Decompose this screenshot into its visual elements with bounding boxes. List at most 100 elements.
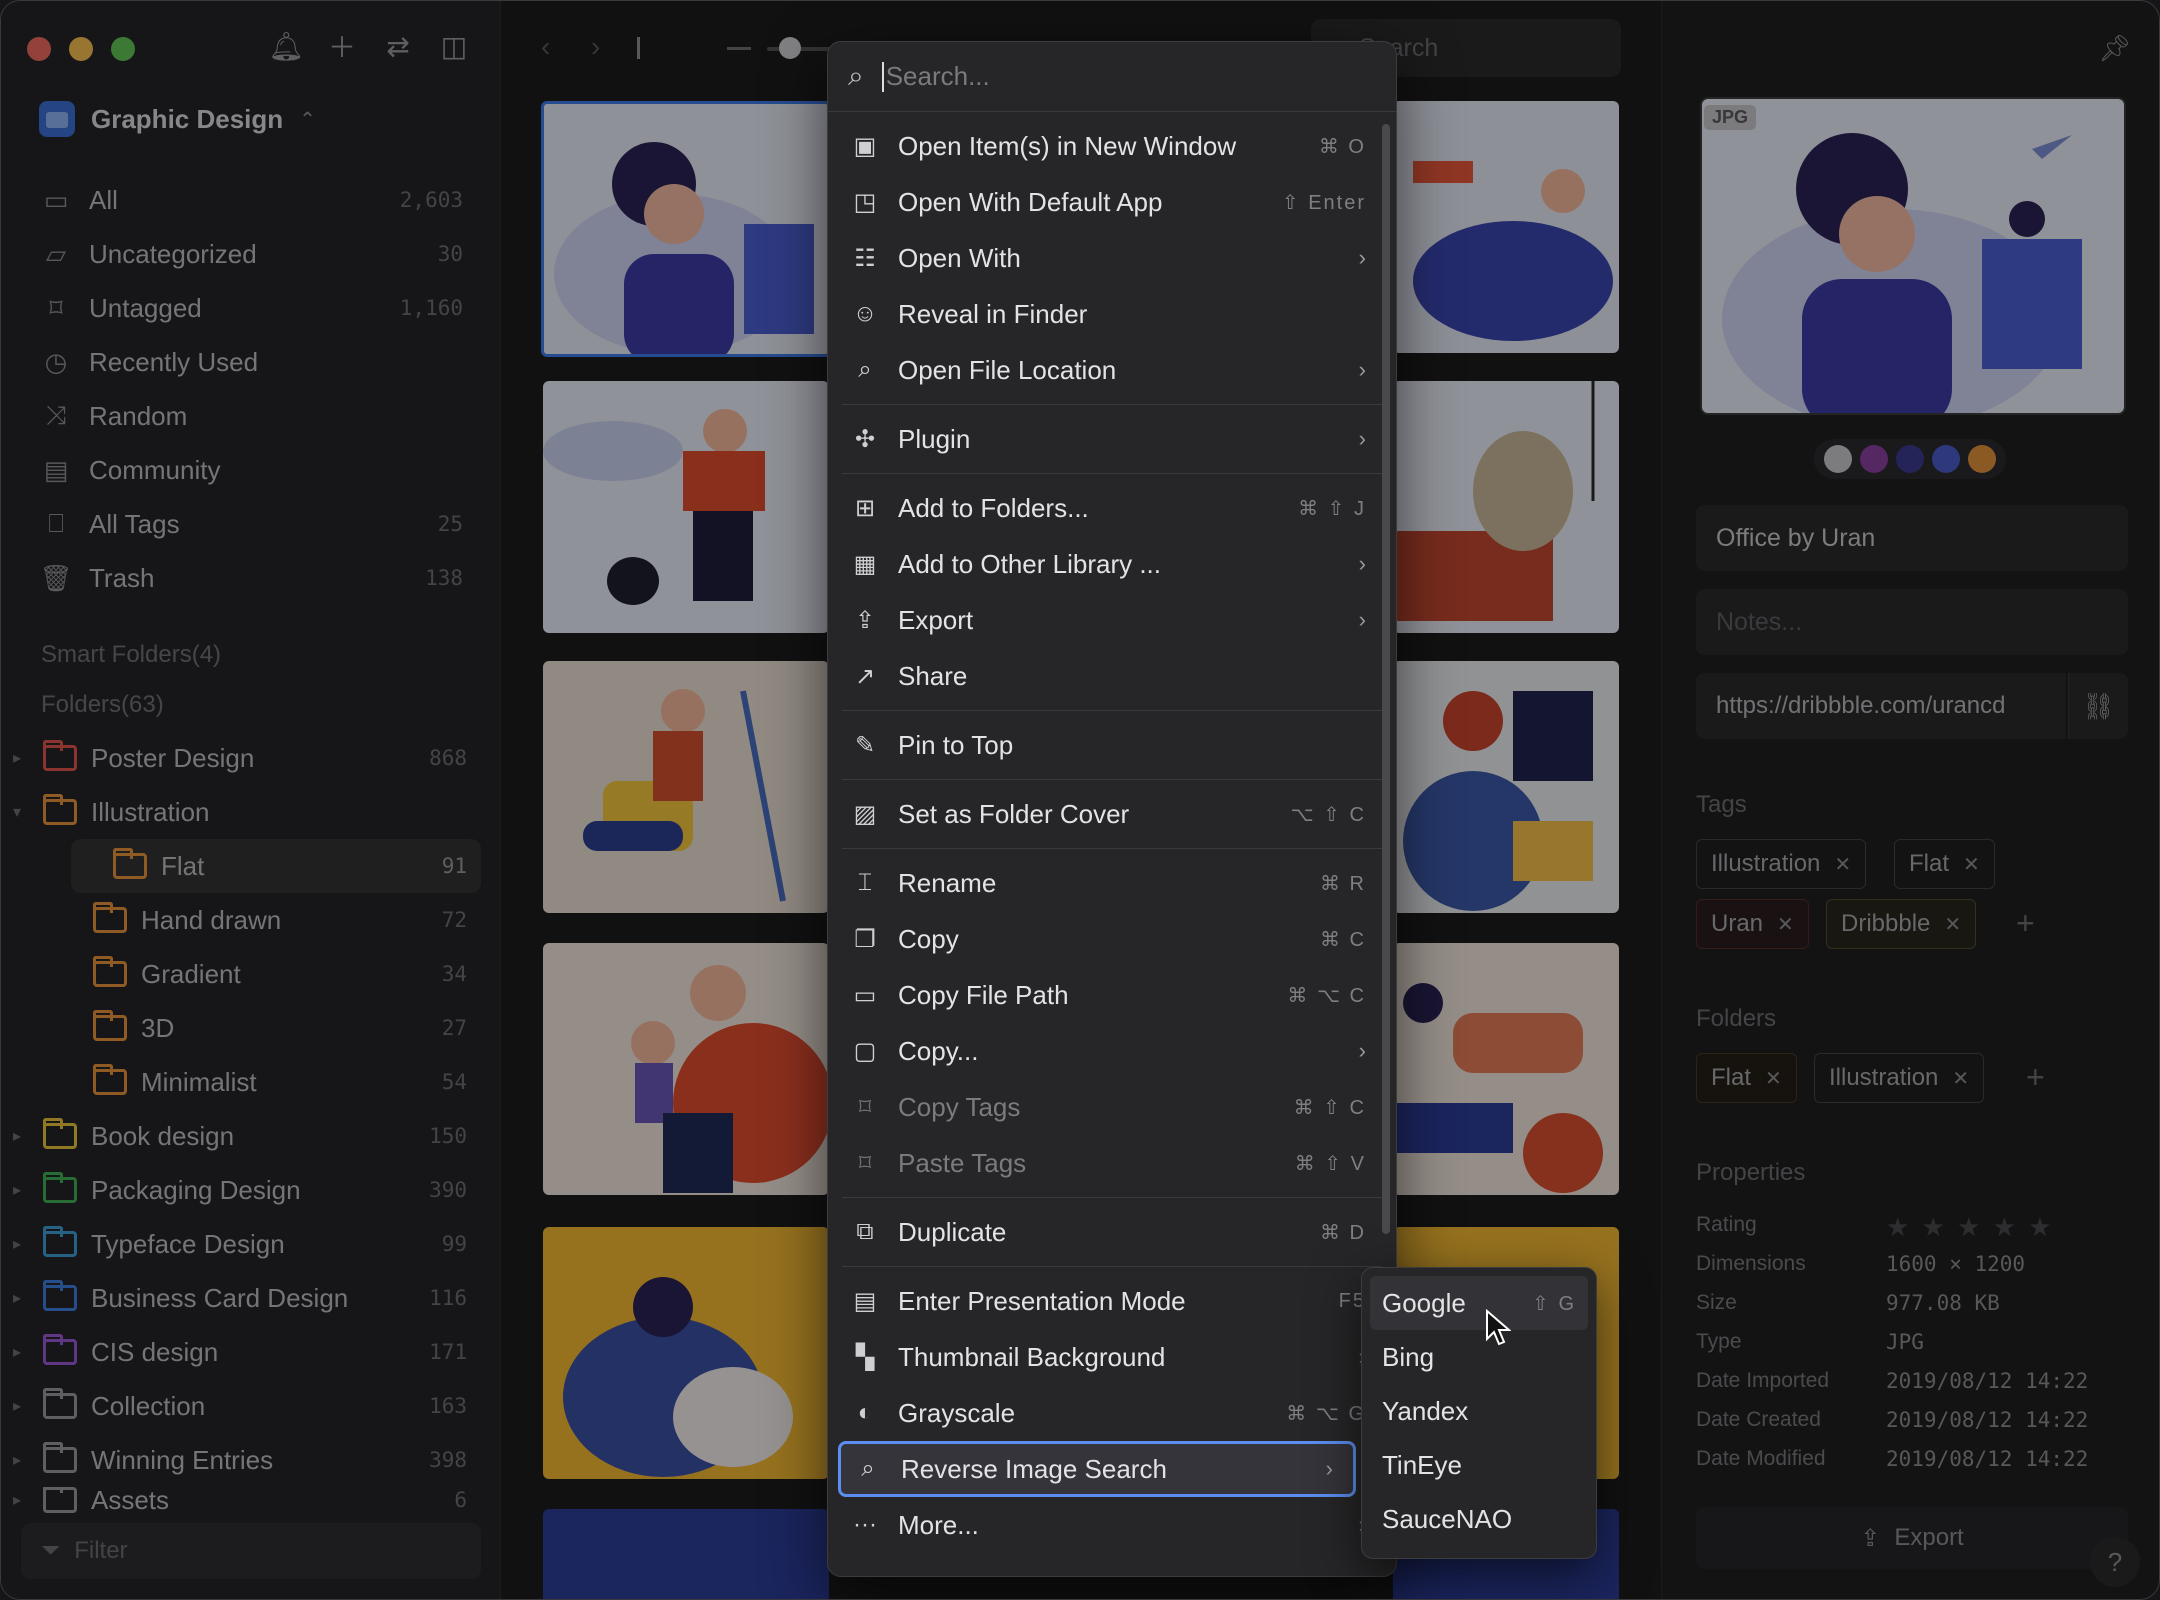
menu-shortcut: ⇧ G	[1532, 1292, 1576, 1315]
menu-shortcut: ⌘ C	[1320, 928, 1366, 951]
more-icon: ···	[853, 1511, 877, 1538]
menu-separator	[842, 710, 1382, 711]
chevron-right-icon: ›	[1358, 426, 1366, 451]
search-icon: ⌕	[848, 60, 864, 91]
text-caret	[881, 61, 884, 92]
rename-icon: ⌶	[857, 869, 873, 896]
file-search-icon: ⌕	[858, 356, 872, 383]
menu-item-label: Enter Presentation Mode	[898, 1285, 1186, 1316]
menu-item-share[interactable]: ↗ Share	[838, 648, 1386, 704]
chevron-right-icon: ›	[1358, 607, 1366, 632]
menu-item-rename[interactable]: ⌶ Rename ⌘ R	[838, 855, 1386, 911]
menu-item-open-with[interactable]: ☷ Open With ›	[838, 230, 1386, 286]
menu-item-label: Open Item(s) in New Window	[898, 130, 1237, 161]
menu-shortcut: ⌘ ⇧ V	[1294, 1152, 1366, 1175]
menu-search-placeholder: Search...	[885, 61, 990, 91]
menu-item-duplicate[interactable]: ⧉ Duplicate ⌘ D	[838, 1204, 1386, 1260]
menu-item-plugin[interactable]: ✣ Plugin ›	[838, 411, 1386, 467]
submenu-item-bing[interactable]: Bing	[1370, 1330, 1588, 1384]
copy-icon: ❐	[854, 925, 876, 953]
submenu-item-label: Yandex	[1382, 1395, 1469, 1426]
submenu-item-yandex[interactable]: Yandex	[1370, 1384, 1588, 1438]
menu-item-label: Export	[898, 604, 974, 635]
terminal-icon: ▭	[853, 981, 877, 1009]
menu-item-label: Copy...	[898, 1035, 979, 1066]
menu-item-pin-to-top[interactable]: ✎ Pin to Top	[838, 717, 1386, 773]
menu-item-label: Open File Location	[898, 354, 1117, 385]
duplicate-icon: ⧉	[856, 1218, 874, 1245]
menu-shortcut: ⌘ O	[1318, 135, 1366, 158]
menu-item-more[interactable]: ···More...›	[838, 1497, 1386, 1553]
library-icon: ▦	[853, 550, 877, 578]
contrast-icon: ◐	[857, 1399, 873, 1426]
menu-item-grayscale[interactable]: ◐ Grayscale ⌘ ⌥ G	[838, 1385, 1386, 1441]
menu-item-label: Grayscale	[898, 1397, 1016, 1428]
open-with-icon: ☷	[854, 244, 876, 272]
share-icon: ↗	[854, 662, 876, 690]
menu-item-label: Copy Tags	[898, 1091, 1021, 1122]
presentation-icon: ▤	[853, 1287, 877, 1315]
menu-item-label: Reverse Image Search	[901, 1453, 1167, 1484]
reverse-image-search-submenu: Google ⇧ G Bing Yandex TinEye SauceNAO	[1361, 1267, 1597, 1559]
menu-shortcut: ⌘ ⌥ C	[1287, 984, 1366, 1007]
chevron-right-icon: ›	[1358, 551, 1366, 576]
folder-add-icon: ⊞	[854, 494, 876, 522]
menu-item-export[interactable]: ⇪ Export ›	[838, 592, 1386, 648]
submenu-item-tineye[interactable]: TinEye	[1370, 1438, 1588, 1492]
menu-separator	[842, 473, 1382, 474]
app-window: 🔔︎ ＋ ⇄ ◫ Graphic Design ⌃ ▭ All 2,603 ▱ Unca…	[0, 0, 2160, 1600]
menu-item-label: Rename	[898, 867, 997, 898]
menu-item-copy-file-path[interactable]: ▭ Copy File Path ⌘ ⌥ C	[838, 967, 1386, 1023]
chevron-right-icon: ›	[1325, 1456, 1333, 1481]
menu-shortcut: ⌘ R	[1320, 872, 1366, 895]
submenu-item-label: TinEye	[1382, 1449, 1462, 1480]
menu-shortcut: ⇧ Enter	[1281, 191, 1366, 214]
menu-item-copy[interactable]: ▢ Copy... ›	[838, 1023, 1386, 1079]
menu-separator	[842, 848, 1382, 849]
submenu-item-saucenao[interactable]: SauceNAO	[1370, 1492, 1588, 1546]
image-icon: ▨	[853, 800, 877, 828]
menu-shortcut: ⌘ ⇧ C	[1293, 1096, 1366, 1119]
window-icon: ▣	[853, 132, 877, 160]
menu-item-open-item-s-in-new-window[interactable]: ▣ Open Item(s) in New Window ⌘ O	[838, 118, 1386, 174]
menu-item-copy-tags[interactable]: ⌑ Copy Tags ⌘ ⇧ C	[838, 1079, 1386, 1135]
submenu-item-label: Bing	[1382, 1341, 1435, 1372]
menu-item-open-file-location[interactable]: ⌕ Open File Location ›	[838, 342, 1386, 398]
menu-item-reverse-image-search[interactable]: ⌕ Reverse Image Search ›	[838, 1441, 1356, 1497]
menu-separator	[842, 1266, 1382, 1267]
image-search-icon: ⌕	[861, 1455, 875, 1482]
context-menu: ⌕ Search... ▣ Open Item(s) in New Window ⌘…	[827, 41, 1397, 1577]
chevron-right-icon: ›	[1358, 1038, 1366, 1063]
menu-item-label: Duplicate	[898, 1216, 1007, 1247]
menu-item-set-as-folder-cover[interactable]: ▨ Set as Folder Cover ⌥ ⇧ C	[838, 786, 1386, 842]
chevron-right-icon: ›	[1358, 357, 1366, 382]
checker-icon: ▚	[855, 1343, 875, 1371]
app-icon: ◳	[853, 188, 877, 216]
menu-item-paste-tags[interactable]: ⌑ Paste Tags ⌘ ⇧ V	[838, 1135, 1386, 1191]
menu-search-input[interactable]: ⌕ Search...	[828, 42, 1396, 112]
menu-item-add-to-other-library[interactable]: ▦ Add to Other Library ... ›	[838, 536, 1386, 592]
mouse-cursor-icon	[1486, 1309, 1511, 1346]
menu-item-label: Open With Default App	[898, 186, 1163, 217]
menu-item-copy[interactable]: ❐ Copy ⌘ C	[838, 911, 1386, 967]
menu-item-label: Copy	[898, 923, 959, 954]
menu-item-label: Add to Folders...	[898, 492, 1089, 523]
finder-icon: ☺	[852, 300, 878, 327]
menu-shortcut: ⌘ ⌥ G	[1286, 1402, 1366, 1425]
menu-item-thumbnail-background[interactable]: ▚Thumbnail Background›	[838, 1329, 1386, 1385]
menu-shortcut: ⌥ ⇧ C	[1290, 803, 1366, 826]
menu-scrollbar[interactable]	[1382, 124, 1390, 1234]
pin-icon: ✎	[854, 731, 876, 759]
menu-items: ▣ Open Item(s) in New Window ⌘ O ◳ Open With…	[828, 112, 1396, 1553]
menu-item-add-to-folders[interactable]: ⊞ Add to Folders... ⌘ ⇧ J	[838, 480, 1386, 536]
submenu-item-google[interactable]: Google ⇧ G	[1370, 1276, 1588, 1330]
menu-item-label: Paste Tags	[898, 1147, 1027, 1178]
menu-item-reveal-in-finder[interactable]: ☺ Reveal in Finder	[838, 286, 1386, 342]
copy-more-icon: ▢	[853, 1037, 877, 1065]
chevron-right-icon: ›	[1358, 245, 1366, 270]
menu-item-open-with-default-app[interactable]: ◳ Open With Default App ⇧ Enter	[838, 174, 1386, 230]
menu-item-label: Reveal in Finder	[898, 298, 1088, 329]
menu-item-enter-presentation-mode[interactable]: ▤ Enter Presentation Mode F5	[838, 1273, 1386, 1329]
menu-item-label: Plugin	[898, 423, 971, 454]
puzzle-icon: ✣	[854, 425, 876, 453]
